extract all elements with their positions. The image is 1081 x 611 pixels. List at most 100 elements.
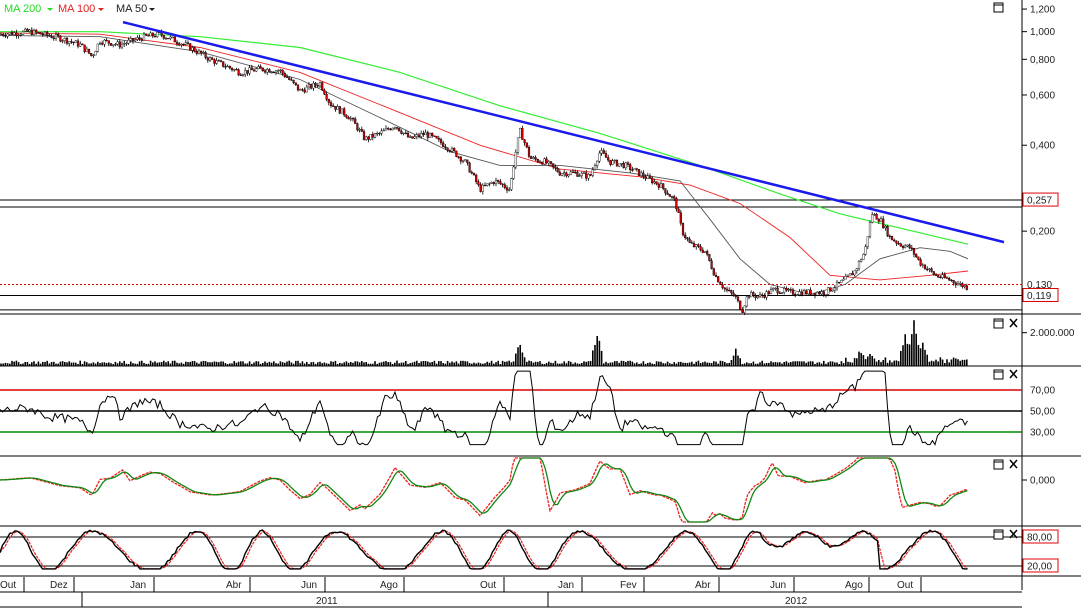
volume-bar [523, 357, 526, 366]
candle [719, 281, 722, 285]
volume-bar [330, 361, 332, 366]
candle [332, 105, 335, 107]
ma50-dropdown-icon[interactable] [149, 8, 155, 11]
volume-bar [913, 320, 915, 366]
candle [457, 156, 460, 158]
volume-bar [715, 361, 717, 366]
candle [323, 89, 326, 95]
candle [728, 290, 731, 292]
osc2-maximize-icon[interactable] [993, 459, 1004, 470]
candle [351, 118, 355, 120]
volume-bar [378, 362, 381, 366]
volume-bar [121, 362, 123, 366]
volume-bar [462, 360, 464, 366]
volume-bar [493, 363, 495, 366]
level-label: 80,00 [1027, 533, 1052, 544]
volume-bar [926, 354, 928, 366]
volume-maximize-icon[interactable] [993, 318, 1004, 329]
candle [413, 136, 416, 139]
candle [6, 33, 9, 37]
candle [486, 183, 489, 186]
candle [725, 288, 729, 291]
price-panel-maximize-icon[interactable] [993, 2, 1004, 13]
legend-ma50[interactable]: MA 50 [116, 3, 147, 15]
candle [708, 253, 711, 261]
candle [589, 174, 592, 176]
volume-bar [770, 361, 772, 366]
volume-bar [275, 363, 277, 366]
candle [389, 128, 392, 131]
candle [917, 256, 920, 260]
volume-bar [506, 361, 508, 366]
candle [697, 244, 700, 247]
candle [855, 268, 858, 272]
osc3-maximize-icon[interactable] [993, 529, 1004, 540]
legend-ma200[interactable]: MA 200 [4, 3, 41, 15]
candle [631, 169, 634, 171]
volume-bar [427, 361, 429, 366]
candle [673, 196, 676, 199]
volume-bar [625, 361, 627, 366]
volume-bar [42, 361, 44, 366]
candle [424, 132, 427, 135]
candle [142, 33, 146, 41]
candle [305, 86, 308, 93]
candle [217, 60, 220, 62]
volume-bar [171, 360, 174, 366]
candle [640, 172, 643, 176]
candle [349, 118, 352, 120]
ma100-dropdown-icon[interactable] [98, 8, 104, 11]
candle [417, 134, 421, 137]
volume-bar [125, 363, 128, 366]
candle [809, 289, 812, 295]
y-tick-label: 0,000 [1030, 476, 1055, 487]
volume-bar [829, 361, 832, 366]
candle [175, 41, 179, 44]
candle [937, 275, 940, 278]
volume-bar [563, 361, 565, 366]
volume-bar [233, 361, 235, 366]
volume-bar [246, 363, 249, 366]
candle [470, 172, 473, 174]
candle [0, 33, 3, 36]
volume-bar [662, 363, 664, 366]
volume-bar [576, 363, 579, 366]
volume-bar [455, 361, 458, 366]
volume-bar [820, 363, 823, 366]
osc1-maximize-icon[interactable] [993, 369, 1004, 380]
osc2-close-icon[interactable] [1009, 459, 1018, 469]
candle [149, 32, 152, 37]
volume-bar [930, 360, 933, 366]
volume-bar [774, 362, 777, 366]
candle [941, 274, 944, 278]
volume-bar [66, 362, 68, 366]
candle [68, 41, 71, 44]
volume-bar [836, 362, 838, 366]
candle [563, 172, 566, 175]
candle [479, 184, 482, 192]
volume-bar [585, 361, 587, 366]
candle [622, 163, 625, 169]
candle [74, 40, 77, 43]
volume-bar [787, 362, 790, 366]
signal-line [0, 457, 968, 523]
volume-bar [154, 361, 156, 366]
candle [433, 135, 436, 137]
candle [750, 292, 753, 298]
ma200-dropdown-icon[interactable] [47, 8, 53, 11]
legend-ma100[interactable]: MA 100 [58, 3, 95, 15]
volume-bar [457, 363, 460, 366]
volume-close-icon[interactable] [1009, 318, 1018, 328]
candle [800, 291, 803, 296]
volume-bar [336, 363, 339, 366]
candle [50, 35, 53, 39]
volume-bar [367, 363, 370, 366]
volume-bar [790, 362, 792, 366]
volume-bar [79, 360, 81, 366]
candle [431, 133, 434, 136]
candle [864, 246, 867, 255]
osc1-close-icon[interactable] [1009, 369, 1018, 379]
volume-bar [642, 361, 645, 366]
volume-bar [119, 361, 121, 366]
volume-bar [105, 362, 108, 366]
